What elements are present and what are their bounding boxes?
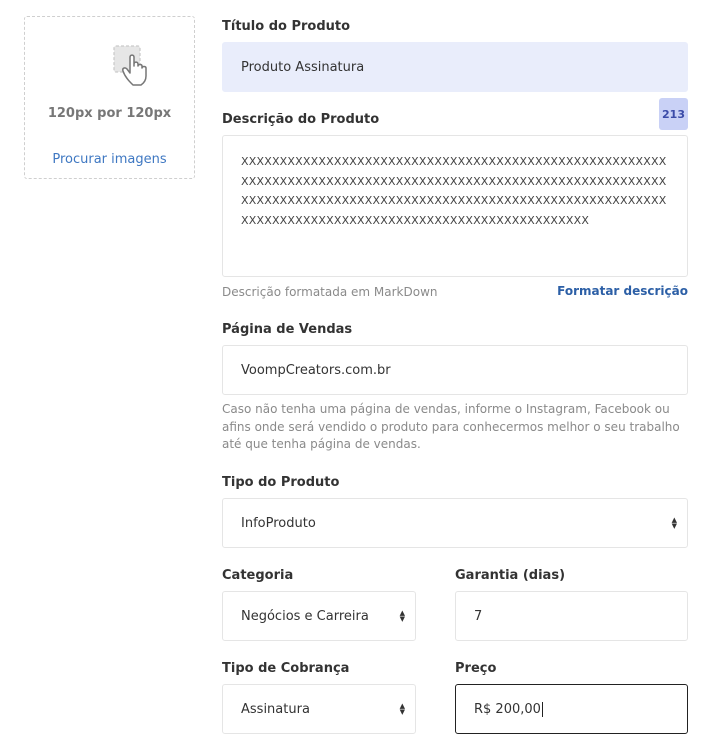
sales-page-input[interactable]: VoompCreators.com.br — [222, 345, 688, 395]
category-select[interactable]: Negócios e Carreira ▲ ▼ — [222, 591, 416, 641]
description-textarea[interactable]: XXXXXXXXXXXXXXXXXXXXXXXXXXXXXXXXXXXXXXXX… — [222, 135, 688, 277]
select-arrows-icon: ▲ ▼ — [671, 516, 677, 530]
title-input[interactable]: Produto Assinatura — [222, 42, 688, 92]
select-arrows-icon: ▲ ▼ — [399, 702, 405, 716]
warranty-input[interactable]: 7 — [455, 591, 688, 641]
category-label: Categoria — [222, 568, 294, 583]
sales-page-value: VoompCreators.com.br — [241, 362, 391, 378]
warranty-value: 7 — [474, 608, 483, 624]
product-type-value: InfoProduto — [241, 515, 316, 531]
product-type-select[interactable]: InfoProduto ▲ ▼ — [222, 498, 688, 548]
sales-page-hint: Caso não tenha uma página de vendas, inf… — [222, 402, 680, 451]
sales-page-label: Página de Vendas — [222, 322, 353, 337]
select-arrows-icon: ▲ ▼ — [399, 609, 405, 623]
price-label: Preço — [455, 661, 497, 676]
char-counter-badge: 213 — [659, 98, 688, 130]
markdown-hint: Descrição formatada em MarkDown — [222, 285, 438, 299]
browse-images-link[interactable]: Procurar imagens — [25, 152, 194, 167]
text-cursor — [541, 701, 543, 717]
image-upload-box[interactable]: 120px por 120px Procurar imagens — [24, 16, 195, 179]
warranty-label: Garantia (dias) — [455, 568, 566, 583]
product-type-label: Tipo do Produto — [222, 475, 340, 490]
billing-type-label: Tipo de Cobrança — [222, 661, 350, 676]
billing-type-select[interactable]: Assinatura ▲ ▼ — [222, 684, 416, 734]
category-value: Negócios e Carreira — [241, 608, 369, 624]
billing-type-value: Assinatura — [241, 701, 310, 717]
price-value: R$ 200,00 — [474, 701, 541, 717]
title-label: Título do Produto — [222, 19, 351, 34]
format-description-link[interactable]: Formatar descrição — [557, 284, 688, 298]
title-value: Produto Assinatura — [241, 59, 365, 75]
price-input[interactable]: R$ 200,00 — [455, 684, 688, 734]
hand-pointer-icon — [113, 45, 147, 86]
image-size-text: 120px por 120px — [47, 106, 172, 121]
description-label: Descrição do Produto — [222, 112, 380, 127]
